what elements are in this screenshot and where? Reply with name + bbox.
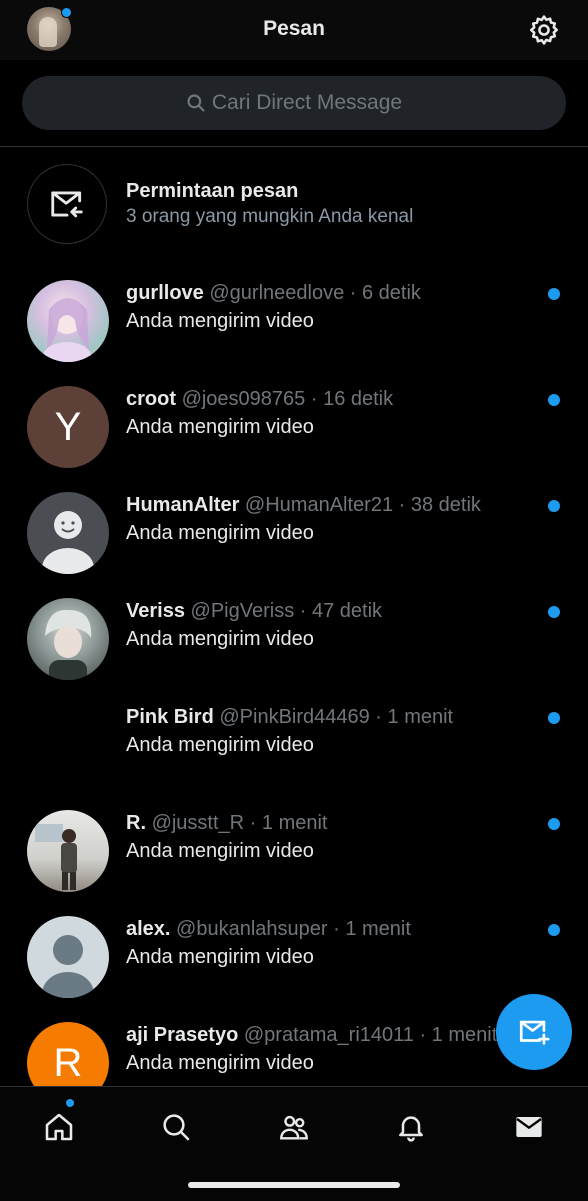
bell-icon [399,1116,423,1142]
unread-dot [548,712,560,724]
envelope-arrow-icon [51,191,83,218]
message-requests-title: Permintaan pesan [126,180,299,202]
divider [0,146,588,147]
avatar-smiley[interactable] [27,492,109,574]
new-message-button[interactable] [496,994,572,1070]
unread-dot [548,394,560,406]
smiley-person-icon [42,511,94,574]
avatar-default[interactable] [27,916,109,998]
unread-dot [548,924,560,936]
message-preview: Anda mengirim video [126,310,314,332]
gear-icon[interactable] [527,13,561,47]
message-preview: Anda mengirim video [126,946,314,968]
conversation-header: R. @jusstt_R · 1 menit [126,812,548,835]
communities-icon [280,1115,308,1140]
home-indicator [188,1182,400,1188]
user-name: Veriss [126,600,185,622]
avatar-illustration [43,298,91,362]
user-name: gurllove [126,282,204,304]
home-notification-dot [66,1099,74,1107]
user-name: R. [126,812,146,834]
conversation-header: Veriss @PigVeriss · 47 detik [126,600,548,623]
mail-icon [516,1117,542,1137]
message-requests-subtitle: 3 orang yang mungkin Anda kenal [126,206,414,227]
nav-communities[interactable] [272,1105,316,1149]
conversation-header: Pink Bird @PinkBird44469 · 1 menit [126,706,548,729]
user-meta: @pratama_ri14011 · 1 menit [243,1024,498,1046]
message-preview: Anda mengirim video [126,522,314,544]
avatar-letter[interactable]: R [27,1022,109,1086]
conversation-row[interactable]: Pink Bird @PinkBird44469 · 1 menit Anda … [0,704,588,810]
search-placeholder: Cari Direct Message [211,91,403,114]
nav-messages[interactable] [507,1105,551,1149]
user-name: aji Prasetyo [126,1024,239,1046]
unread-dot [548,500,560,512]
search-icon [163,1114,190,1141]
user-name: HumanAlter [126,494,240,516]
conversation-header: alex. @bukanlahsuper · 1 menit [126,918,548,941]
page-title: Pesan [263,17,325,40]
home-icon [45,1113,73,1141]
unread-dot [548,818,560,830]
user-meta: @bukanlahsuper · 1 menit [176,918,411,940]
conversation-row[interactable]: Y croot @joes098765 · 16 detik Anda meng… [0,386,588,492]
avatar-photo[interactable] [27,810,109,892]
conversation-header: HumanAlter @HumanAlter21 · 38 detik [126,494,548,517]
nav-notifications[interactable] [389,1105,433,1149]
conversation-row[interactable]: alex. @bukanlahsuper · 1 menit Anda meng… [0,916,588,1022]
user-meta: @gurlneedlove · 6 detik [209,282,421,304]
message-preview: Anda mengirim video [126,734,314,756]
user-meta: @PinkBird44469 · 1 menit [219,706,454,728]
user-meta: @jusstt_R · 1 menit [151,812,328,834]
user-meta: @PigVeriss · 47 detik [190,600,383,622]
user-name: alex. [126,918,171,940]
avatar-letter[interactable]: Y [27,386,109,468]
user-name: croot [126,388,176,410]
unread-dot [548,606,560,618]
conversation-header: croot @joes098765 · 16 detik [126,388,548,411]
search-icon [187,94,205,112]
avatar-anime-boy[interactable] [27,598,109,680]
conversation-header: gurllove @gurlneedlove · 6 detik [126,282,548,305]
unread-dot [548,288,560,300]
avatar-anime-girl[interactable] [27,280,109,362]
message-preview: Anda mengirim video [126,1052,314,1074]
conversation-row[interactable]: Veriss @PigVeriss · 47 detik Anda mengir… [0,598,588,704]
user-meta: @joes098765 · 16 detik [181,388,394,410]
conversation-row[interactable]: gurllove @gurlneedlove · 6 detik Anda me… [0,280,588,386]
user-meta: @HumanAlter21 · 38 detik [244,494,481,516]
avatar-empty[interactable] [27,704,109,786]
nav-home[interactable] [37,1105,81,1149]
conversation-row[interactable]: HumanAlter @HumanAlter21 · 38 detik Anda… [0,492,588,598]
top-bar: Pesan [0,0,588,60]
message-preview: Anda mengirim video [126,416,314,438]
nav-search[interactable] [154,1105,198,1149]
avatar-illustration [35,824,77,890]
message-request-icon-wrap [27,164,107,244]
message-preview: Anda mengirim video [126,628,314,650]
message-preview: Anda mengirim video [126,840,314,862]
avatar-illustration [45,609,92,680]
default-person-icon [42,935,94,998]
conversation-row[interactable]: R. @jusstt_R · 1 menit Anda mengirim vid… [0,810,588,916]
user-name: Pink Bird [126,706,214,728]
compose-mail-icon [519,1020,550,1045]
search-input[interactable]: Cari Direct Message [22,76,566,130]
